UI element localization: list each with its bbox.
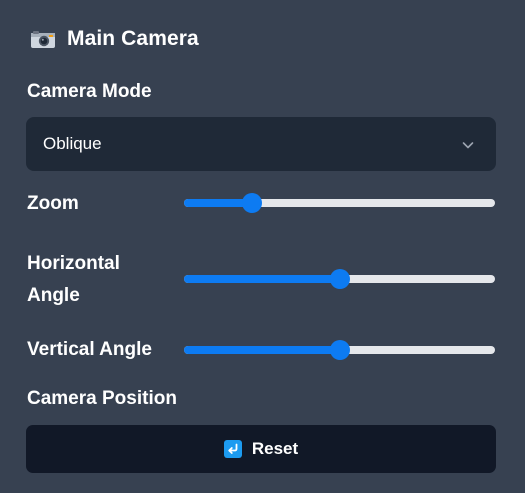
reset-button[interactable]: Reset <box>26 425 496 473</box>
vertical-angle-slider[interactable] <box>184 340 495 360</box>
panel-header: Main Camera <box>30 27 199 51</box>
slider-thumb[interactable] <box>330 340 350 360</box>
vertical-angle-label: Vertical Angle <box>27 339 152 360</box>
chevron-down-icon <box>462 138 474 150</box>
return-arrow-icon <box>223 440 242 458</box>
zoom-slider[interactable] <box>184 193 495 213</box>
slider-fill <box>184 275 340 283</box>
camera-mode-value: Oblique <box>43 134 102 153</box>
camera-mode-select[interactable]: Oblique <box>26 117 496 171</box>
slider-fill <box>184 346 340 354</box>
camera-icon <box>30 28 56 50</box>
horizontal-angle-slider[interactable] <box>184 269 495 289</box>
camera-position-label: Camera Position <box>27 388 177 409</box>
horizontal-angle-label-line1: Horizontal <box>27 253 120 274</box>
reset-button-label: Reset <box>251 439 299 458</box>
camera-settings-panel: Main Camera Camera Mode Oblique Zoom Hor… <box>0 0 525 493</box>
slider-thumb[interactable] <box>330 269 350 289</box>
slider-thumb[interactable] <box>242 193 262 213</box>
zoom-label: Zoom <box>27 193 79 214</box>
horizontal-angle-label-line2: Angle <box>27 285 80 306</box>
camera-mode-label: Camera Mode <box>27 81 152 102</box>
panel-title: Main Camera <box>67 27 199 50</box>
